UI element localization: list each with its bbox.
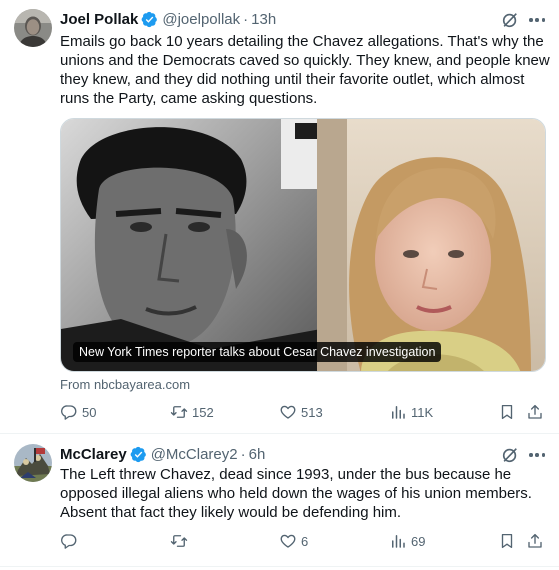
tweet-text-line: Absent that fact they likely would be de… — [60, 504, 402, 521]
view-count: 69 — [411, 533, 426, 549]
views-button[interactable]: 11K — [389, 402, 433, 422]
heart-icon — [279, 532, 297, 550]
tweet-header: Joel Pollak @joelpollak · 13h — [60, 9, 276, 29]
heart-icon — [279, 403, 297, 421]
video-player[interactable] — [60, 118, 546, 372]
reply-icon — [60, 403, 78, 421]
tweet-header: McClarey @McClarey2 · 6h — [60, 444, 265, 464]
bookmark-button[interactable] — [498, 531, 516, 551]
share-button[interactable] — [526, 402, 544, 422]
author-handle[interactable]: @joelpollak — [162, 11, 240, 28]
tweet-text-line: runs the Party, came asking questions. — [60, 90, 318, 107]
share-icon — [526, 403, 544, 421]
author-name[interactable]: McClarey — [60, 446, 127, 463]
media-source-link[interactable]: From nbcbayarea.com — [60, 377, 190, 392]
verified-badge-icon — [141, 11, 158, 28]
views-button[interactable]: 69 — [389, 531, 425, 551]
repost-button[interactable] — [170, 531, 192, 551]
repost-icon — [170, 532, 188, 550]
tweet-text-line: they knew, and they did nothing until th… — [60, 71, 525, 88]
separator-dot: · — [240, 445, 246, 463]
tweet-text-line: opposed illegal aliens who held down the… — [60, 485, 532, 502]
action-bar: 50 152 513 11K — [60, 402, 550, 422]
video-thumbnail — [61, 119, 545, 371]
share-icon — [526, 532, 544, 550]
more-icon[interactable] — [528, 446, 546, 464]
views-icon — [389, 403, 407, 421]
repost-icon — [170, 403, 188, 421]
grok-icon[interactable] — [501, 11, 519, 29]
share-button[interactable] — [526, 531, 544, 551]
tweet-mcclarey[interactable]: McClarey @McClarey2 · 6h The Left threw … — [0, 434, 559, 564]
avatar[interactable] — [14, 9, 52, 47]
view-count: 11K — [411, 404, 434, 420]
tweet-text-line: unions and the Democrats caved so quickl… — [60, 52, 550, 69]
more-icon[interactable] — [528, 11, 546, 29]
like-button[interactable]: 513 — [279, 402, 323, 422]
separator-dot: · — [243, 10, 249, 28]
views-icon — [389, 532, 407, 550]
like-count: 6 — [301, 533, 309, 549]
bookmark-button[interactable] — [498, 402, 516, 422]
repost-count: 152 — [192, 404, 214, 420]
timestamp[interactable]: 13h — [251, 11, 276, 28]
avatar[interactable] — [14, 444, 52, 482]
action-bar: 6 69 — [60, 531, 550, 551]
author-handle[interactable]: @McClarey2 — [151, 446, 238, 463]
repost-button[interactable]: 152 — [170, 402, 214, 422]
video-caption: New York Times reporter talks about Cesa… — [73, 342, 442, 362]
author-name[interactable]: Joel Pollak — [60, 11, 138, 28]
reply-count: 50 — [82, 404, 97, 420]
like-button[interactable]: 6 — [279, 531, 308, 551]
bookmark-icon — [498, 403, 516, 421]
reply-icon — [60, 532, 78, 550]
tweet-text: Emails go back 10 years detailing the Ch… — [60, 32, 550, 108]
tweet-text-line: The Left threw Chavez, dead since 1993, … — [60, 466, 512, 483]
tweet-text: The Left threw Chavez, dead since 1993, … — [60, 465, 532, 522]
like-count: 513 — [301, 404, 323, 420]
tweet-text-line: Emails go back 10 years detailing the Ch… — [60, 33, 544, 50]
reply-button[interactable] — [60, 531, 82, 551]
reply-button[interactable]: 50 — [60, 402, 96, 422]
verified-badge-icon — [130, 446, 147, 463]
grok-icon[interactable] — [501, 446, 519, 464]
timestamp[interactable]: 6h — [249, 446, 266, 463]
tweet-divider — [0, 566, 559, 567]
tweet-joel-pollak[interactable]: Joel Pollak @joelpollak · 13h Emails go … — [0, 0, 559, 430]
bookmark-icon — [498, 532, 516, 550]
